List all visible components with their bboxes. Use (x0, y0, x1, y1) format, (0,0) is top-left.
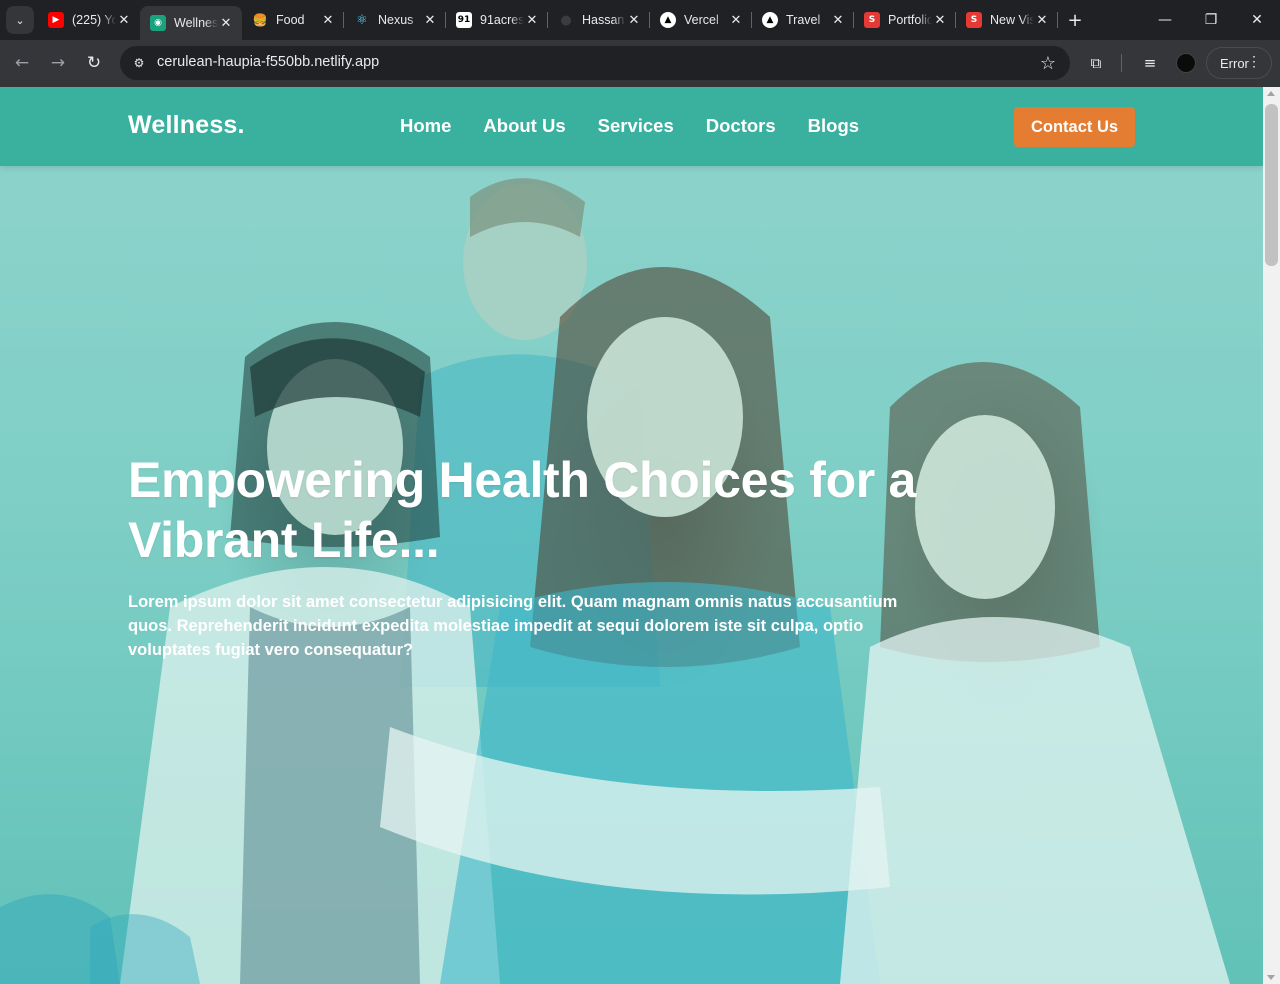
nav-home[interactable]: Home (400, 115, 451, 137)
browser-tab[interactable]: ▲ Travel ✕ (752, 0, 854, 40)
nav-services[interactable]: Services (598, 115, 674, 137)
github-icon: ● (558, 12, 574, 28)
back-icon[interactable]: ← (9, 50, 35, 76)
browser-tab[interactable]: ◉ Wellness✕ (140, 6, 242, 40)
tab-title: Food (276, 13, 305, 27)
browser-tab[interactable]: S New Vis ✕ (956, 0, 1058, 40)
tab-close-icon[interactable]: ✕ (524, 12, 540, 28)
tab-title: New Vis (990, 13, 1034, 27)
tab-strip: ⌄ ▶(225) YouTube✕◉Wellness✕🍔Food✕⚛Nexus✕… (0, 0, 1280, 40)
site-logo[interactable]: Wellness. (128, 111, 245, 140)
91acres-icon: 91 (456, 12, 472, 28)
url-text[interactable]: cerulean-haupia-f550bb.netlify.app (157, 54, 379, 70)
food-icon: 🍔 (252, 13, 268, 27)
profile-avatar[interactable] (1176, 53, 1196, 73)
tab-close-icon[interactable]: ✕ (728, 12, 744, 28)
extensions-icon[interactable]: ⧉ (1084, 51, 1108, 75)
tab-title: Wellness (174, 16, 218, 30)
minimize-icon[interactable]: — (1142, 0, 1188, 40)
browser-tab[interactable]: S Portfolio ✕ (854, 0, 956, 40)
new-tab-button[interactable]: + (1064, 9, 1086, 31)
tab-close-icon[interactable]: ✕ (830, 12, 846, 28)
hero-title: Empowering Health Choices for a Vibrant … (128, 452, 917, 568)
hero-description: Lorem ipsum dolor sit amet consectetur a… (128, 593, 898, 659)
tab-close-icon[interactable]: ✕ (218, 15, 234, 31)
browser-tab[interactable]: ▲ Vercel ✕ (650, 0, 752, 40)
address-bar[interactable]: ⚙ cerulean-haupia-f550bb.netlify.app ☆ (120, 46, 1070, 80)
error-label: Error (1220, 55, 1249, 71)
browser-tab[interactable]: ● Hassan ✕ (548, 0, 650, 40)
reload-icon[interactable]: ↻ (81, 50, 107, 76)
contact-us-button[interactable]: Contact Us (1014, 107, 1135, 147)
react-icon: ⚛ (354, 12, 370, 28)
site-header: Wellness. Home About Us Services Doctors… (0, 87, 1263, 166)
media-control-icon[interactable]: ≡ (1138, 51, 1162, 75)
browser-toolbar: ← → ↻ ⚙ cerulean-haupia-f550bb.netlify.a… (0, 40, 1280, 87)
tab-title: Travel (786, 13, 821, 27)
main-nav: Home About Us Services Doctors Blogs (400, 115, 859, 137)
scroll-down-icon[interactable] (1267, 975, 1275, 980)
tab-title: (225) YouTube (72, 13, 116, 27)
youtube-icon: ▶ (48, 12, 64, 28)
page-viewport: Wellness. Home About Us Services Doctors… (0, 87, 1263, 984)
nav-blogs[interactable]: Blogs (808, 115, 859, 137)
tab-title: Portfolio (888, 13, 932, 27)
s-icon: S (966, 12, 982, 28)
nav-about-us[interactable]: About Us (483, 115, 565, 137)
hero-background: Wellness. Home About Us Services Doctors… (0, 87, 1263, 984)
s-icon: S (864, 12, 880, 28)
tab-close-icon[interactable]: ✕ (932, 12, 948, 28)
browser-tab[interactable]: 91 91acres ✕ (446, 0, 548, 40)
browser-tab[interactable]: 🍔 Food ✕ (242, 0, 344, 40)
scrollbar-thumb[interactable] (1265, 104, 1278, 266)
browser-tab[interactable]: ▶ (225) YouTube✕ (38, 0, 140, 40)
tab-close-icon[interactable]: ✕ (1034, 12, 1050, 28)
toolbar-divider (1121, 54, 1122, 72)
menu-dots-icon[interactable]: ⋮ (1247, 54, 1261, 68)
tab-close-icon[interactable]: ✕ (626, 12, 642, 28)
tab-title: Hassan (582, 13, 625, 27)
tab-title: 91acres (480, 13, 524, 27)
chevron-down-icon[interactable]: ⌄ (6, 6, 34, 34)
bookmark-star-icon[interactable]: ☆ (1040, 53, 1056, 74)
site-info-icon[interactable]: ⚙ (128, 52, 150, 74)
window-close-icon[interactable]: ✕ (1234, 0, 1280, 40)
browser-tab[interactable]: ⚛ Nexus ✕ (344, 0, 446, 40)
tab-close-icon[interactable]: ✕ (422, 12, 438, 28)
profile-error-button[interactable]: Error ⋮ (1206, 47, 1272, 79)
nav-doctors[interactable]: Doctors (706, 115, 776, 137)
page-scrollbar[interactable] (1263, 87, 1280, 984)
tab-close-icon[interactable]: ✕ (320, 12, 336, 28)
vercel-icon: ▲ (660, 12, 676, 28)
vercel-icon: ▲ (762, 12, 778, 28)
restore-icon[interactable]: ❐ (1188, 0, 1234, 40)
scroll-up-icon[interactable] (1267, 91, 1275, 96)
tab-list: ▶(225) YouTube✕◉Wellness✕🍔Food✕⚛Nexus✕91… (38, 0, 1058, 40)
wellness-icon: ◉ (150, 15, 166, 31)
tab-title: Nexus (378, 13, 414, 27)
forward-icon[interactable]: → (45, 50, 71, 76)
tab-title: Vercel (684, 13, 719, 27)
tab-separator (1057, 12, 1058, 28)
tab-close-icon[interactable]: ✕ (116, 12, 132, 28)
